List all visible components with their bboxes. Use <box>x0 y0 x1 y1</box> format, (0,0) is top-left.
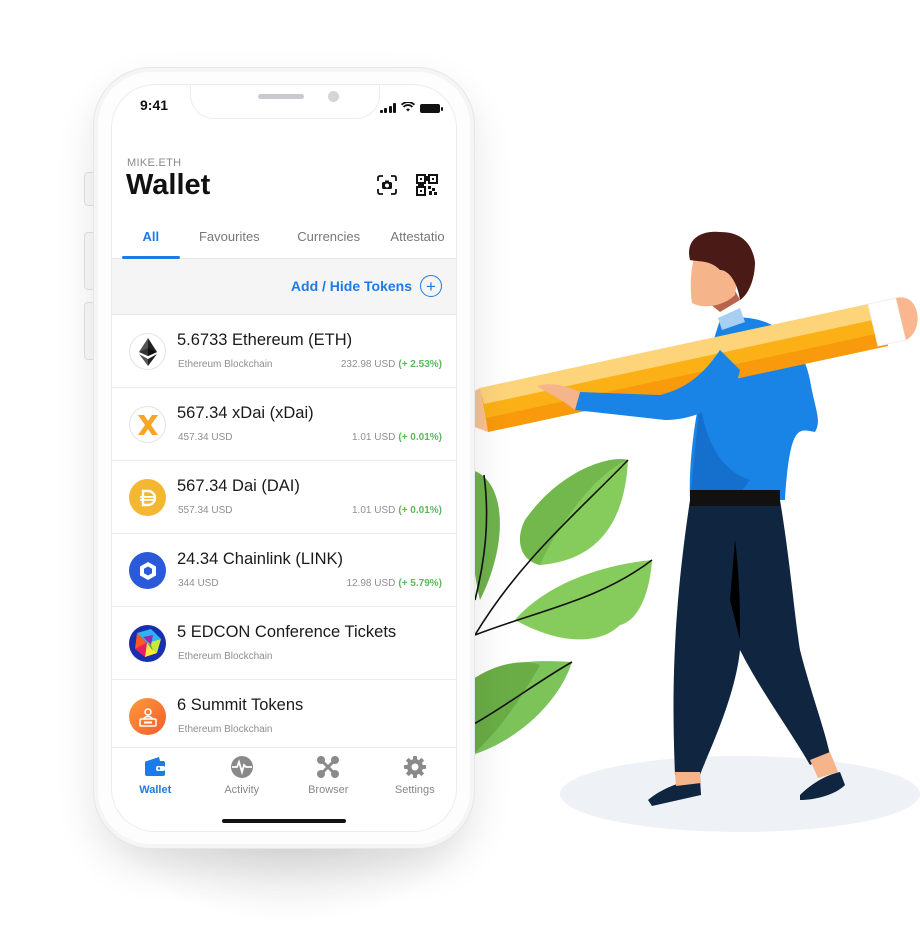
add-hide-bar: Add / Hide Tokens + <box>112 259 456 315</box>
tab-currencies[interactable]: Currencies <box>279 215 378 258</box>
nav-wallet[interactable]: Wallet <box>112 748 199 831</box>
plus-circle-icon: + <box>420 275 442 297</box>
token-name: 6 Summit Tokens <box>177 696 304 714</box>
token-name: 5.6733 Ethereum (ETH) <box>177 331 353 349</box>
front-camera <box>328 91 339 102</box>
token-list: 5.6733 Ethereum (ETH) Ethereum Blockchai… <box>112 315 456 753</box>
tab-favourites[interactable]: Favourites <box>180 215 279 258</box>
wifi-icon <box>400 99 416 117</box>
nav-label: Settings <box>394 784 435 796</box>
qr-code-icon[interactable] <box>415 173 439 197</box>
home-indicator[interactable] <box>222 819 346 823</box>
activity-icon <box>229 754 255 780</box>
token-row-xdai[interactable]: 567.34 xDai (xDai) 457.34 USD 1.01 USD (+… <box>112 388 456 461</box>
tab-attestations[interactable]: Attestatio <box>378 215 456 258</box>
token-price-wrap: 1.01 USD (+ 0.01%) <box>352 432 442 443</box>
token-name: 24.34 Chainlink (LINK) <box>177 550 343 568</box>
gear-icon <box>402 754 428 780</box>
token-subtitle: 557.34 USD <box>178 505 233 516</box>
token-change: (+ 0.01%) <box>398 432 442 443</box>
edcon-icon <box>129 625 166 662</box>
browser-icon <box>315 754 341 780</box>
add-hide-tokens-label: Add / Hide Tokens <box>290 278 412 294</box>
notch <box>190 85 380 119</box>
token-subtitle: 457.34 USD <box>178 432 233 443</box>
status-time: 9:41 <box>140 97 169 113</box>
token-price-wrap: 1.01 USD (+ 0.01%) <box>352 505 442 516</box>
token-row-edcon[interactable]: 5 EDCON Conference Tickets Ethereum Bloc… <box>112 607 456 680</box>
nav-label: Activity <box>224 784 260 796</box>
chainlink-icon <box>129 552 166 589</box>
token-row-eth[interactable]: 5.6733 Ethereum (ETH) Ethereum Blockchai… <box>112 315 456 388</box>
token-price: 1.01 USD <box>352 505 396 516</box>
token-subtitle: Ethereum Blockchain <box>178 651 273 662</box>
nav-label: Wallet <box>139 784 172 796</box>
add-hide-tokens-button[interactable]: Add / Hide Tokens + <box>291 275 442 297</box>
token-row-link[interactable]: 24.34 Chainlink (LINK) 344 USD 12.98 USD… <box>112 534 456 607</box>
tab-all[interactable]: All <box>122 215 180 259</box>
token-price: 232.98 USD <box>340 359 396 370</box>
token-subtitle: Ethereum Blockchain <box>178 724 273 735</box>
ground-shadow <box>560 756 920 832</box>
token-subtitle: 344 USD <box>178 578 219 589</box>
nav-label: Browser <box>308 784 349 796</box>
token-change: (+ 2.53%) <box>398 359 442 370</box>
token-row-dai[interactable]: 567.34 Dai (DAI) 557.34 USD 1.01 USD (+ 0… <box>112 461 456 534</box>
xdai-icon <box>129 406 166 443</box>
token-row-summit[interactable]: 6 Summit Tokens Ethereum Blockchain <box>112 680 456 753</box>
filter-tabs: All Favourites Currencies Attestatio <box>112 215 456 259</box>
wallet-icon <box>142 754 168 780</box>
nav-settings[interactable]: Settings <box>372 748 457 831</box>
status-icons <box>379 99 443 117</box>
account-name: MIKE.ETH <box>127 157 182 169</box>
plant-leaves <box>470 459 653 755</box>
ethereum-icon <box>129 333 166 370</box>
battery-icon <box>420 103 443 113</box>
signal-icon <box>379 103 396 113</box>
token-name: 567.34 Dai (DAI) <box>177 477 300 495</box>
token-name: 567.34 xDai (xDai) <box>177 404 314 422</box>
phone-screen: 9:41 MIKE.ETH Wallet All Favourites Curr… <box>111 84 457 832</box>
token-subtitle: Ethereum Blockchain <box>178 359 273 370</box>
page-title: Wallet <box>126 169 211 201</box>
camera-scan-icon[interactable] <box>375 173 399 197</box>
token-price: 12.98 USD <box>346 578 396 589</box>
token-price: 1.01 USD <box>352 432 396 443</box>
token-name: 5 EDCON Conference Tickets <box>177 623 397 641</box>
token-change: (+ 0.01%) <box>398 505 442 516</box>
token-price-wrap: 12.98 USD (+ 5.79%) <box>346 578 442 589</box>
dai-icon <box>129 479 166 516</box>
summit-icon <box>129 698 166 735</box>
person-head <box>689 231 755 312</box>
token-change: (+ 5.79%) <box>398 578 442 589</box>
speaker <box>258 94 304 99</box>
token-price-wrap: 232.98 USD (+ 2.53%) <box>341 359 442 370</box>
